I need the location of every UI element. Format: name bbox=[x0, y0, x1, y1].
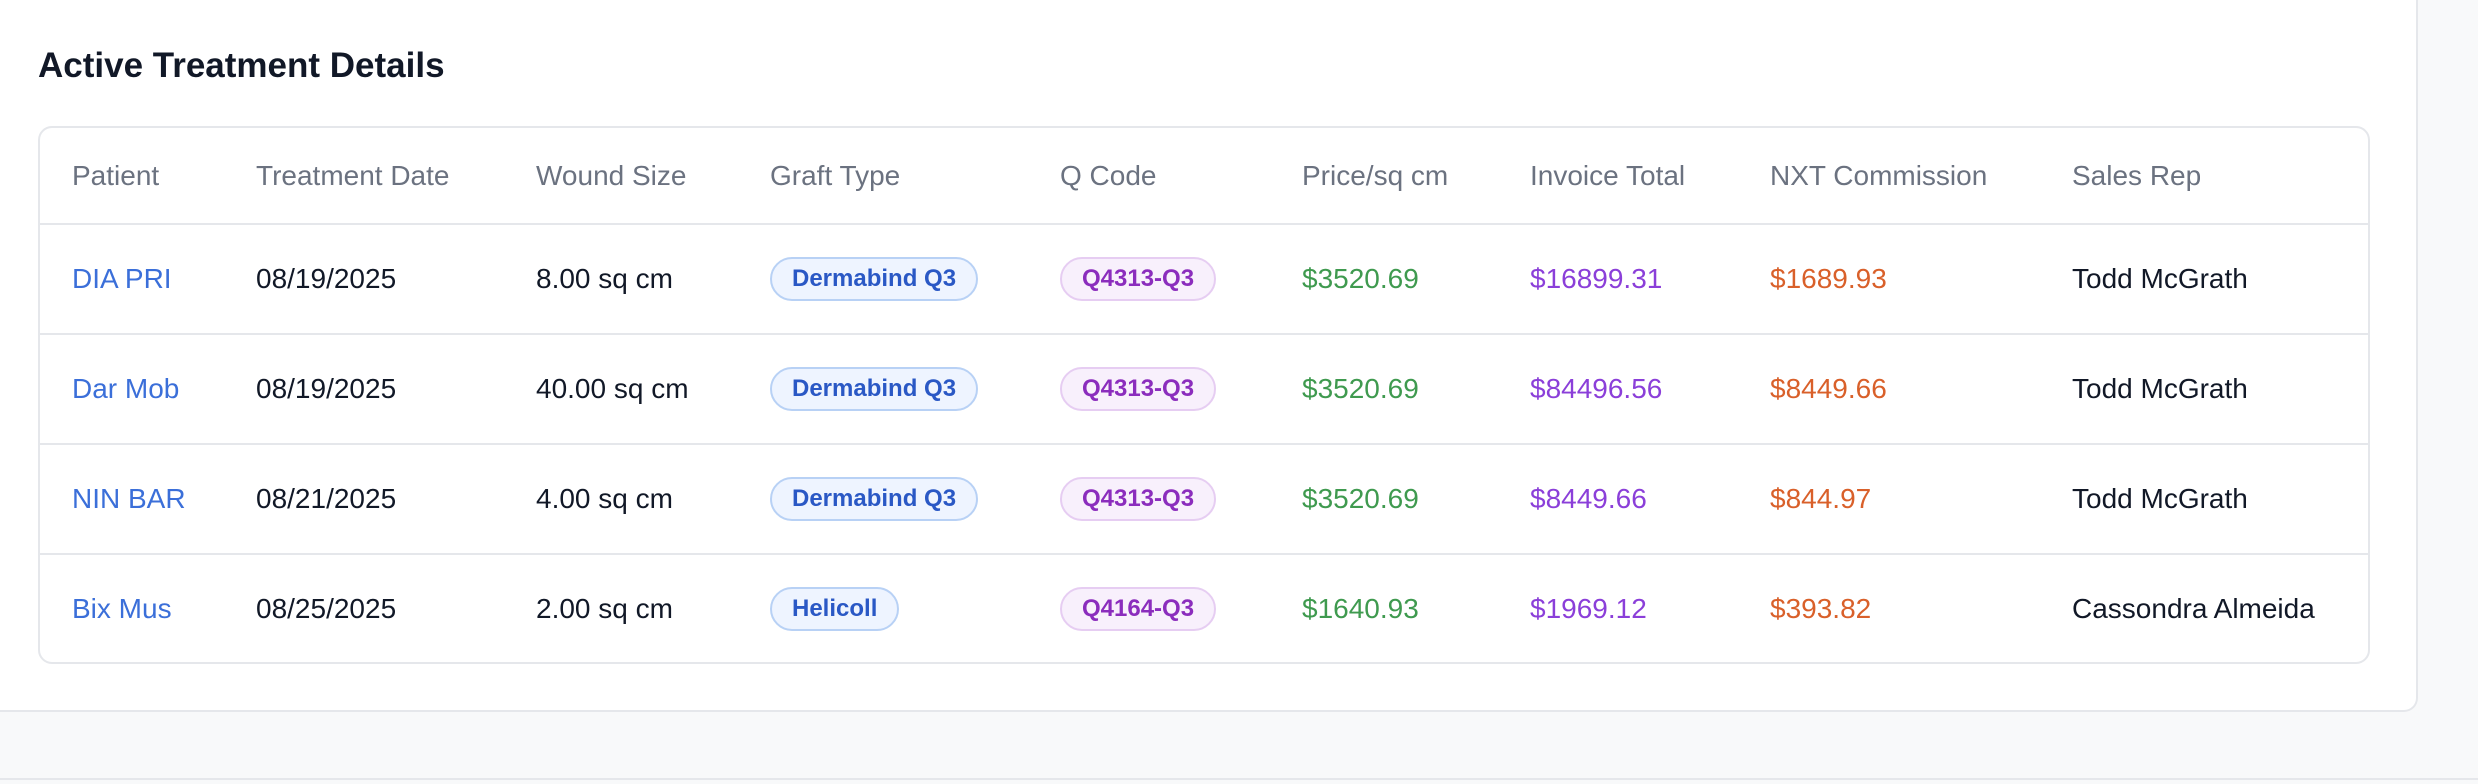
column-header-treatment-date[interactable]: Treatment Date bbox=[224, 128, 504, 225]
wound-size-cell: 8.00 sq cm bbox=[504, 224, 738, 335]
table-row: Bix Mus 08/25/2025 2.00 sq cm Helicoll Q… bbox=[40, 554, 2368, 662]
sales-rep-cell: Todd McGrath bbox=[2040, 444, 2368, 555]
treatment-table: Patient Treatment Date Wound Size Graft … bbox=[40, 128, 2368, 662]
graft-type-badge: Dermabind Q3 bbox=[770, 257, 979, 301]
price-per-sq-cm-cell: $3520.69 bbox=[1270, 444, 1498, 555]
column-header-invoice-total[interactable]: Invoice Total bbox=[1498, 128, 1738, 225]
table-header-row: Patient Treatment Date Wound Size Graft … bbox=[40, 128, 2368, 225]
treatment-date-cell: 08/21/2025 bbox=[224, 444, 504, 555]
treatment-date-cell: 08/25/2025 bbox=[256, 592, 397, 624]
treatment-details-card: Active Treatment Details Patient Treatme… bbox=[0, 0, 2418, 712]
wound-size-cell: 4.00 sq cm bbox=[504, 444, 738, 555]
sales-rep-cell: Todd McGrath bbox=[2040, 224, 2368, 335]
patient-cell: DIA PRI bbox=[40, 224, 224, 335]
invoice-total-cell: $84496.56 bbox=[1498, 334, 1738, 445]
wound-size-cell: 40.00 sq cm bbox=[504, 334, 738, 445]
patient-link[interactable]: NIN BAR bbox=[72, 483, 186, 514]
column-header-price-per-sq-cm[interactable]: Price/sq cm bbox=[1270, 128, 1498, 225]
patient-link[interactable]: DIA PRI bbox=[72, 263, 172, 294]
graft-type-badge: Dermabind Q3 bbox=[770, 477, 979, 521]
nxt-commission-cell: $8449.66 bbox=[1738, 334, 2040, 445]
column-header-sales-rep[interactable]: Sales Rep bbox=[2040, 128, 2368, 225]
price-per-sq-cm-cell: $3520.69 bbox=[1270, 334, 1498, 445]
nxt-commission-cell: $1689.93 bbox=[1738, 224, 2040, 335]
table-row: DIA PRI 08/19/2025 8.00 sq cm Dermabind … bbox=[40, 224, 2368, 335]
wound-size-cell: 2.00 sq cm bbox=[536, 592, 673, 624]
column-header-patient[interactable]: Patient bbox=[40, 128, 224, 225]
treatment-table-container: Patient Treatment Date Wound Size Graft … bbox=[38, 126, 2370, 664]
nxt-commission-cell: $844.97 bbox=[1738, 444, 2040, 555]
patient-cell: NIN BAR bbox=[40, 444, 224, 555]
column-header-wound-size[interactable]: Wound Size bbox=[504, 128, 738, 225]
next-section-divider bbox=[0, 778, 2478, 780]
treatment-date-cell: 08/19/2025 bbox=[224, 334, 504, 445]
q-code-cell: Q4313-Q3 bbox=[1028, 334, 1270, 445]
graft-type-cell: Dermabind Q3 bbox=[738, 334, 1028, 445]
q-code-badge: Q4313-Q3 bbox=[1060, 367, 1217, 411]
graft-type-badge: Helicoll bbox=[770, 586, 900, 631]
section-title: Active Treatment Details bbox=[38, 46, 445, 85]
graft-type-cell: Helicoll bbox=[738, 554, 1028, 662]
table-row: Dar Mob 08/19/2025 40.00 sq cm Dermabind… bbox=[40, 334, 2368, 445]
treatment-date-cell: 08/19/2025 bbox=[224, 224, 504, 335]
patient-link[interactable]: Bix Mus bbox=[72, 593, 172, 624]
sales-rep-cell: Todd McGrath bbox=[2040, 334, 2368, 445]
q-code-badge: Q4313-Q3 bbox=[1060, 477, 1217, 521]
column-header-graft-type[interactable]: Graft Type bbox=[738, 128, 1028, 225]
graft-type-cell: Dermabind Q3 bbox=[738, 224, 1028, 335]
column-header-nxt-commission[interactable]: NXT Commission bbox=[1738, 128, 2040, 225]
q-code-badge: Q4313-Q3 bbox=[1060, 257, 1217, 301]
sales-rep-cell: Cassondra Almeida bbox=[2072, 592, 2315, 624]
q-code-cell: Q4313-Q3 bbox=[1028, 444, 1270, 555]
price-per-sq-cm-cell: $1640.93 bbox=[1302, 592, 1419, 624]
nxt-commission-cell: $393.82 bbox=[1770, 592, 1872, 624]
q-code-badge: Q4164-Q3 bbox=[1060, 586, 1217, 631]
invoice-total-cell: $8449.66 bbox=[1498, 444, 1738, 555]
patient-cell: Dar Mob bbox=[40, 334, 224, 445]
table-row: NIN BAR 08/21/2025 4.00 sq cm Dermabind … bbox=[40, 444, 2368, 555]
q-code-cell: Q4164-Q3 bbox=[1028, 554, 1270, 662]
invoice-total-cell: $16899.31 bbox=[1498, 224, 1738, 335]
patient-link[interactable]: Dar Mob bbox=[72, 373, 179, 404]
invoice-total-cell: $1969.12 bbox=[1530, 592, 1647, 624]
patient-cell: Bix Mus bbox=[40, 554, 224, 662]
q-code-cell: Q4313-Q3 bbox=[1028, 224, 1270, 335]
column-header-q-code[interactable]: Q Code bbox=[1028, 128, 1270, 225]
price-per-sq-cm-cell: $3520.69 bbox=[1270, 224, 1498, 335]
graft-type-badge: Dermabind Q3 bbox=[770, 367, 979, 411]
graft-type-cell: Dermabind Q3 bbox=[738, 444, 1028, 555]
